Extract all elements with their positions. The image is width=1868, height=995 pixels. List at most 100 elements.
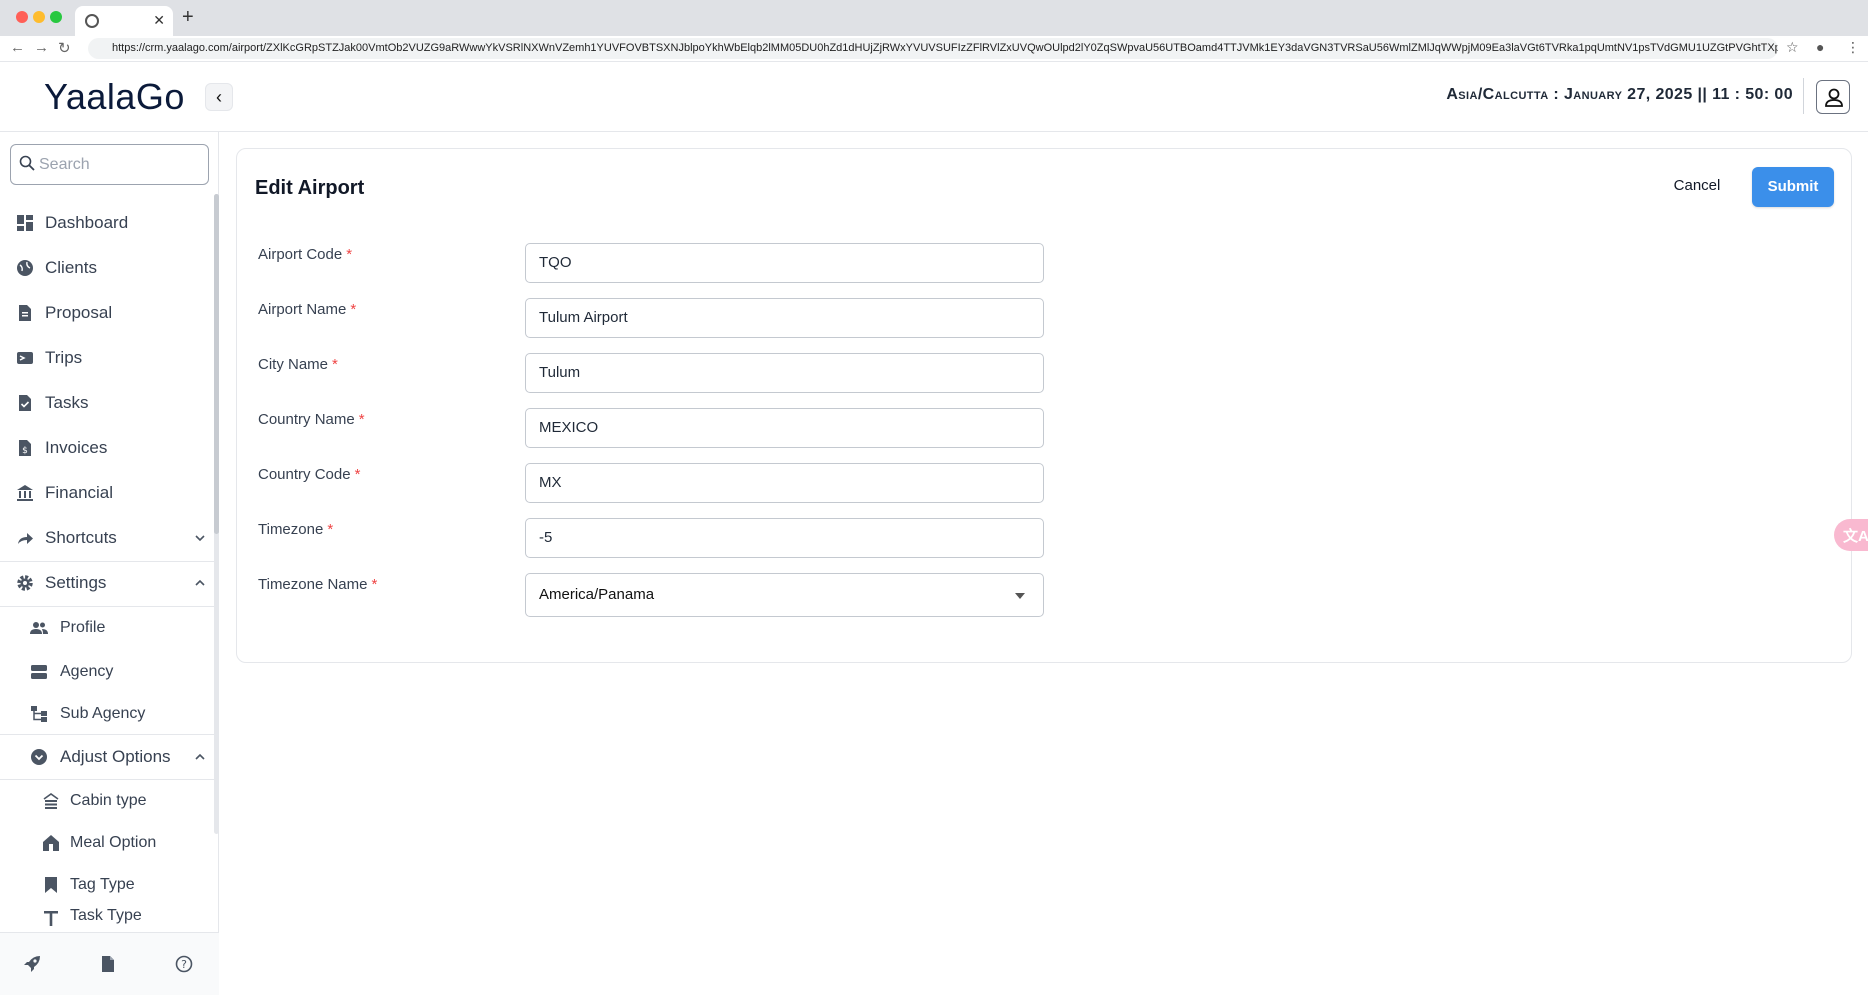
timezone-field[interactable]: -5	[525, 518, 1044, 558]
favicon-icon	[85, 14, 99, 28]
timezone-label: Timezone *	[258, 521, 334, 538]
sidebar-item-label: Shortcuts	[45, 528, 117, 547]
sidebar-item-clients[interactable]: Clients	[0, 246, 214, 290]
sidebar-item-label: Invoices	[45, 438, 108, 457]
edit-airport-card: Edit Airport Cancel Submit Airport Code *…	[236, 148, 1852, 663]
url-field[interactable]: https://crm.yaalago.com/airport/ZXlKcGRp…	[88, 38, 1778, 59]
sidebar-item-shortcuts[interactable]: Shortcuts	[0, 516, 214, 560]
sidebar-item-task-type[interactable]: Task Type	[0, 897, 214, 933]
sidebar-item-proposal[interactable]: Proposal	[0, 291, 214, 335]
header-divider	[1803, 78, 1804, 114]
page-title: Edit Airport	[255, 177, 365, 199]
sidebar-footer: ?	[0, 932, 219, 995]
chevron-up-icon	[195, 753, 205, 760]
gear-icon	[17, 575, 33, 591]
rocket-icon[interactable]	[23, 955, 41, 973]
sidebar-item-label: Adjust Options	[60, 747, 171, 766]
sidebar-item-profile[interactable]: Profile	[0, 606, 214, 650]
browser-tab[interactable]: ✕	[75, 6, 173, 36]
globe-icon	[17, 260, 33, 276]
bookmark-star-icon[interactable]: ☆	[1786, 39, 1799, 56]
user-account-button[interactable]	[1816, 80, 1850, 114]
airport-code-field[interactable]: TQO	[525, 243, 1044, 283]
sidebar-item-label: Cabin type	[70, 792, 147, 809]
translate-widget-button[interactable]: 文A	[1834, 519, 1868, 551]
browser-menu-icon[interactable]: ⋮	[1846, 39, 1860, 56]
required-marker: *	[354, 466, 361, 483]
sidebar-item-tasks[interactable]: Tasks	[0, 381, 214, 425]
close-window-button[interactable]	[16, 11, 28, 23]
collapse-sidebar-button[interactable]: ‹	[205, 83, 233, 111]
cancel-button[interactable]: Cancel	[1662, 167, 1732, 205]
sidebar-item-label: Proposal	[45, 303, 113, 322]
sidebar-item-label: Clients	[45, 258, 97, 277]
forward-icon[interactable]: →	[34, 39, 49, 56]
file-icon[interactable]	[99, 955, 117, 973]
user-icon	[1825, 88, 1843, 107]
sidebar-item-label: Tasks	[45, 393, 89, 412]
dropdown-arrow-icon	[1015, 593, 1025, 599]
sidebar-item-label: Profile	[60, 619, 106, 636]
home-icon	[43, 835, 59, 851]
address-bar-row: ← → ↻ https://crm.yaalago.com/airport/ZX…	[0, 36, 1868, 62]
sidebar-item-sub-agency[interactable]: Sub Agency	[0, 692, 214, 736]
bookmark-icon	[45, 877, 57, 893]
airport-name-field[interactable]: Tulum Airport	[525, 298, 1044, 338]
sidebar-item-meal-option[interactable]: Meal Option	[0, 821, 214, 865]
search-input[interactable]	[39, 153, 204, 177]
sidebar-item-settings[interactable]: Settings	[0, 561, 214, 605]
app-header: YaalaGo ‹ Asia/Calcutta : January 27, 20…	[0, 62, 1868, 132]
airport-code-label: Airport Code *	[258, 246, 353, 263]
timezone-name-select[interactable]: America/Panama	[525, 573, 1044, 617]
invoice-icon: $	[19, 440, 31, 456]
search-icon	[19, 155, 35, 171]
chevron-up-icon	[195, 579, 205, 586]
chevron-circle-down-icon	[31, 749, 47, 765]
required-marker: *	[332, 356, 338, 373]
required-marker: *	[371, 576, 378, 593]
timezone-name-value: America/Panama	[539, 586, 655, 603]
reload-icon[interactable]: ↻	[58, 39, 71, 57]
sidebar-item-trips[interactable]: Trips	[0, 336, 214, 380]
sidebar-item-dashboard[interactable]: Dashboard	[0, 201, 214, 245]
sidebar-item-adjust-options[interactable]: Adjust Options	[0, 735, 214, 779]
country-name-field[interactable]: MEXICO	[525, 408, 1044, 448]
sidebar-item-label: Trips	[45, 348, 83, 367]
help-icon[interactable]: ?	[175, 955, 193, 973]
cabin-icon	[43, 793, 59, 809]
maximize-window-button[interactable]	[50, 11, 62, 23]
sidebar-item-label: Settings	[45, 573, 107, 592]
required-marker: *	[358, 411, 365, 428]
task-check-icon	[19, 395, 31, 411]
close-tab-icon[interactable]: ✕	[153, 12, 165, 29]
sidebar-item-label: Dashboard	[45, 213, 129, 232]
sidebar-search[interactable]	[10, 144, 209, 185]
users-icon	[30, 622, 48, 634]
timezone-clock: Asia/Calcutta : January 27, 2025 || 11 :…	[1446, 86, 1793, 103]
back-icon[interactable]: ←	[10, 39, 25, 56]
city-name-label: City Name *	[258, 356, 338, 373]
required-marker: *	[327, 521, 334, 538]
city-name-field[interactable]: Tulum	[525, 353, 1044, 393]
document-icon	[19, 305, 31, 321]
submit-button[interactable]: Submit	[1752, 167, 1834, 207]
sidebar-scrollbar-thumb[interactable]	[214, 194, 219, 534]
minimize-window-button[interactable]	[33, 11, 45, 23]
sidebar-item-invoices[interactable]: $ Invoices	[0, 426, 214, 470]
timezone-name-label: Timezone Name *	[258, 576, 378, 593]
sidebar-item-cabin-type[interactable]: Cabin type	[0, 779, 214, 823]
sidebar-item-label: Sub Agency	[60, 705, 146, 722]
country-code-label: Country Code *	[258, 466, 361, 483]
sidebar-item-label: Financial	[45, 483, 114, 502]
country-code-field[interactable]: MX	[525, 463, 1044, 503]
server-icon	[31, 665, 47, 679]
sidebar-item-label: Agency	[60, 663, 114, 680]
svg-text:?: ?	[181, 958, 187, 971]
chevron-left-icon: ‹	[216, 87, 222, 107]
app-logo[interactable]: YaalaGo	[44, 76, 185, 118]
sidebar-item-agency[interactable]: Agency	[0, 650, 214, 694]
profile-icon[interactable]: ●	[1816, 39, 1824, 55]
sidebar-item-financial[interactable]: Financial	[0, 471, 214, 515]
sidebar: Dashboard Clients Proposal Trips Tasks $…	[0, 132, 219, 995]
new-tab-icon[interactable]: +	[182, 6, 194, 29]
